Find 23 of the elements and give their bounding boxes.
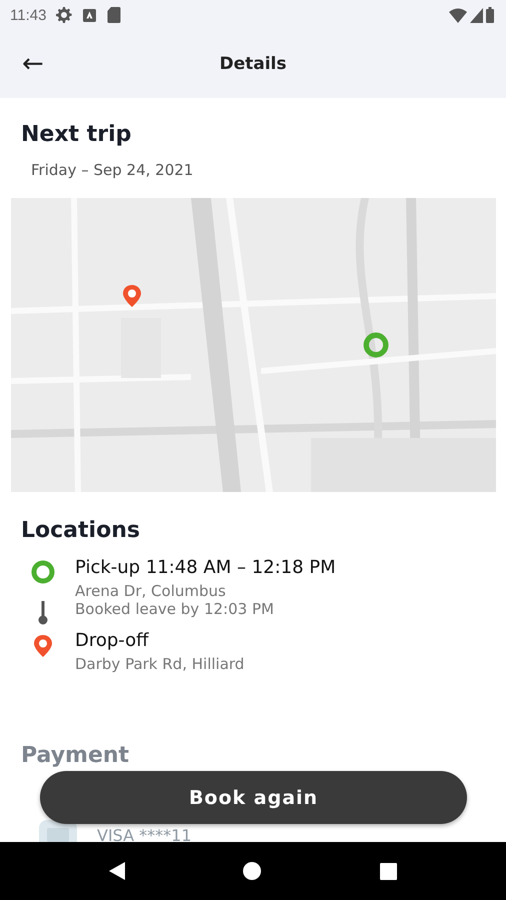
home-icon — [243, 862, 262, 880]
signal-icon — [470, 8, 483, 22]
location-title: Drop-off — [75, 630, 150, 651]
section-heading: Payment — [20, 743, 130, 768]
wifi-icon — [449, 8, 467, 22]
battery-icon — [486, 7, 494, 23]
location-detail: Arena Dr, Columbus — [75, 582, 227, 600]
back-button[interactable]: ← — [18, 51, 48, 77]
page-title: Details — [219, 54, 286, 74]
status-time: 11:43 — [10, 6, 46, 24]
section-heading: Next trip — [20, 121, 132, 147]
app-notification-icon — [82, 8, 98, 22]
gear-icon — [56, 7, 72, 23]
location-detail: Darby Park Rd, Hilliard — [75, 655, 244, 673]
location-detail: Booked leave by 12:03 PM — [75, 600, 274, 618]
section-heading: Locations — [20, 518, 141, 543]
back-icon — [109, 862, 126, 880]
trip-date: Friday – Sep 24, 2021 — [30, 160, 194, 179]
card-number: VISA ****11 — [97, 826, 192, 844]
book-again-button[interactable]: Book again — [40, 771, 467, 824]
sd-card-icon — [107, 7, 122, 23]
recents-icon — [380, 862, 397, 880]
location-title: Pick-up 11:48 AM – 12:18 PM — [75, 557, 336, 578]
